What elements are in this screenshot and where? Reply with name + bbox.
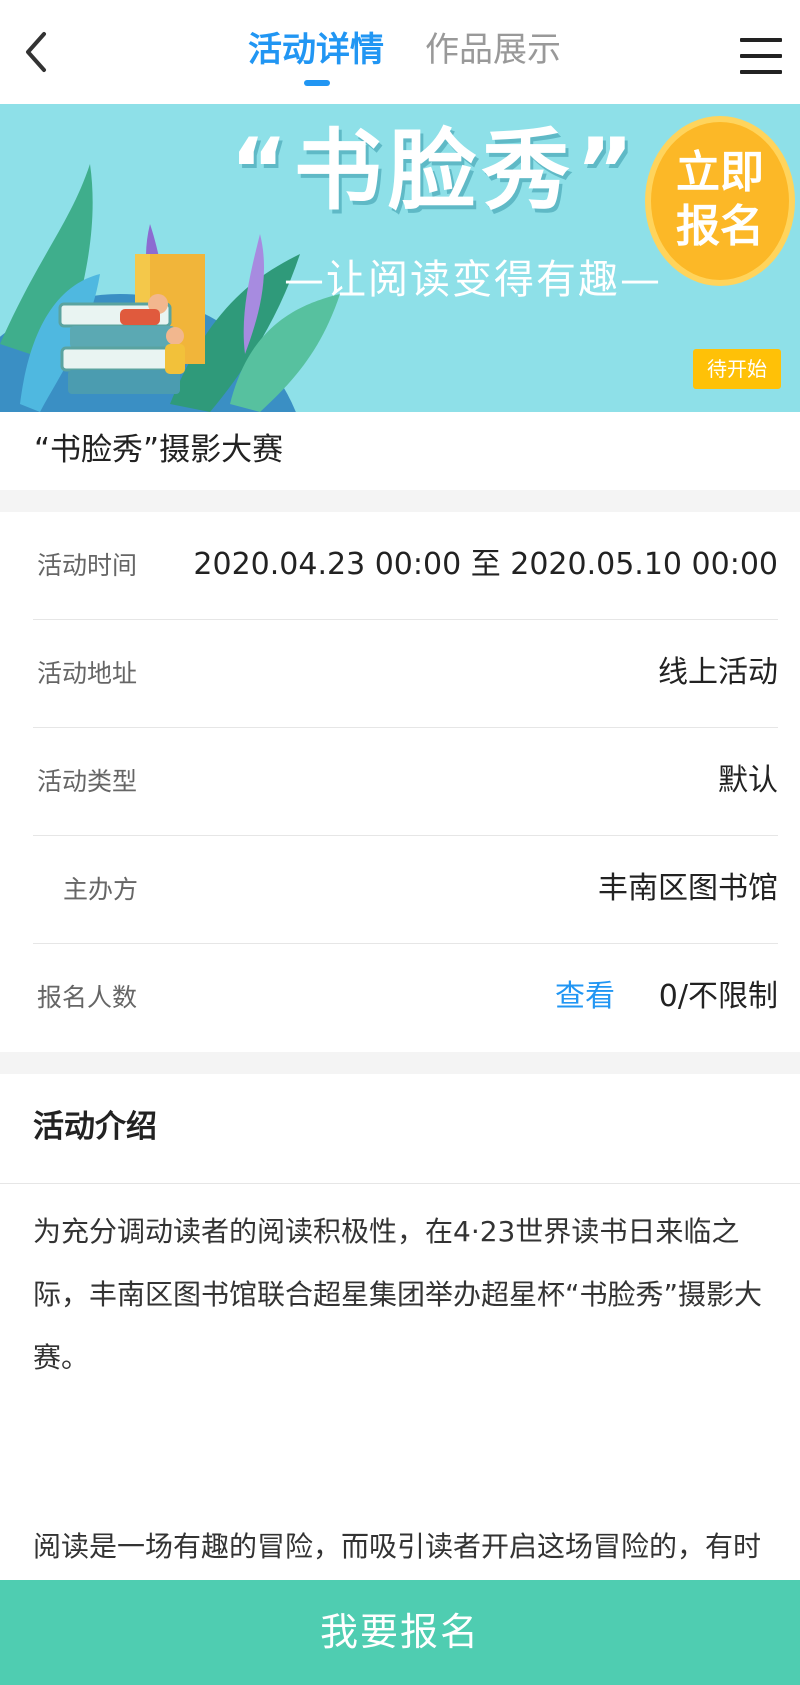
intro-paragraph: 为充分调动读者的阅读积极性，在4·23世界读书日来临之际，丰南区图书馆联合超星集… (33, 1215, 763, 1374)
signup-badge-line2: 报名 (676, 201, 764, 252)
activity-banner: “书脸秀” —让阅读变得有趣— 立即 报名 待开始 (0, 104, 800, 412)
intro-divider (0, 1183, 800, 1184)
tab-works-showcase[interactable]: 作品展示 (425, 26, 561, 74)
info-row-signup-count: 报名人数 查看 0/不限制 (33, 944, 778, 1052)
section-divider (0, 1052, 800, 1074)
info-row-organizer: 主办方 丰南区图书馆 (33, 836, 778, 944)
info-value: 线上活动 (658, 655, 778, 690)
info-label: 活动类型 (37, 767, 138, 796)
info-value: 丰南区图书馆 (598, 871, 778, 906)
info-row-time: 活动时间 2020.04.23 00:00 至 2020.05.10 00:00 (33, 512, 778, 620)
signup-button[interactable]: 我要报名 (0, 1580, 800, 1685)
info-label: 活动地址 (37, 659, 138, 688)
banner-subtitle: —让阅读变得有趣— (284, 257, 662, 303)
banner-title: “书脸秀” (230, 119, 640, 222)
active-tab-indicator (304, 80, 330, 86)
info-row-type: 活动类型 默认 (33, 728, 778, 836)
view-signups-link[interactable]: 查看 (555, 974, 615, 1020)
info-value: 2020.04.23 00:00 至 2020.05.10 00:00 (193, 547, 778, 582)
info-row-address: 活动地址 线上活动 (33, 620, 778, 728)
intro-heading: 活动介绍 (33, 1109, 157, 1145)
top-bar: 活动详情 作品展示 (0, 0, 800, 104)
info-label: 活动时间 (37, 551, 138, 580)
signup-badge-line1: 立即 (676, 147, 764, 198)
quick-signup-badge[interactable]: 立即 报名 (645, 116, 795, 286)
section-divider (0, 490, 800, 512)
menu-icon[interactable] (738, 36, 784, 76)
info-label: 主办方 (63, 875, 139, 904)
info-value: 默认 (718, 763, 778, 798)
info-value: 0/不限制 (658, 979, 778, 1014)
status-badge: 待开始 (693, 349, 781, 389)
activity-title: “书脸秀”摄影大赛 (34, 432, 284, 468)
tab-activity-details[interactable]: 活动详情 (248, 26, 384, 74)
info-label: 报名人数 (37, 983, 138, 1012)
back-icon[interactable] (18, 28, 62, 76)
intro-body: 为充分调动读者的阅读积极性，在4·23世界读书日来临之际，丰南区图书馆联合超星集… (33, 1200, 781, 1641)
